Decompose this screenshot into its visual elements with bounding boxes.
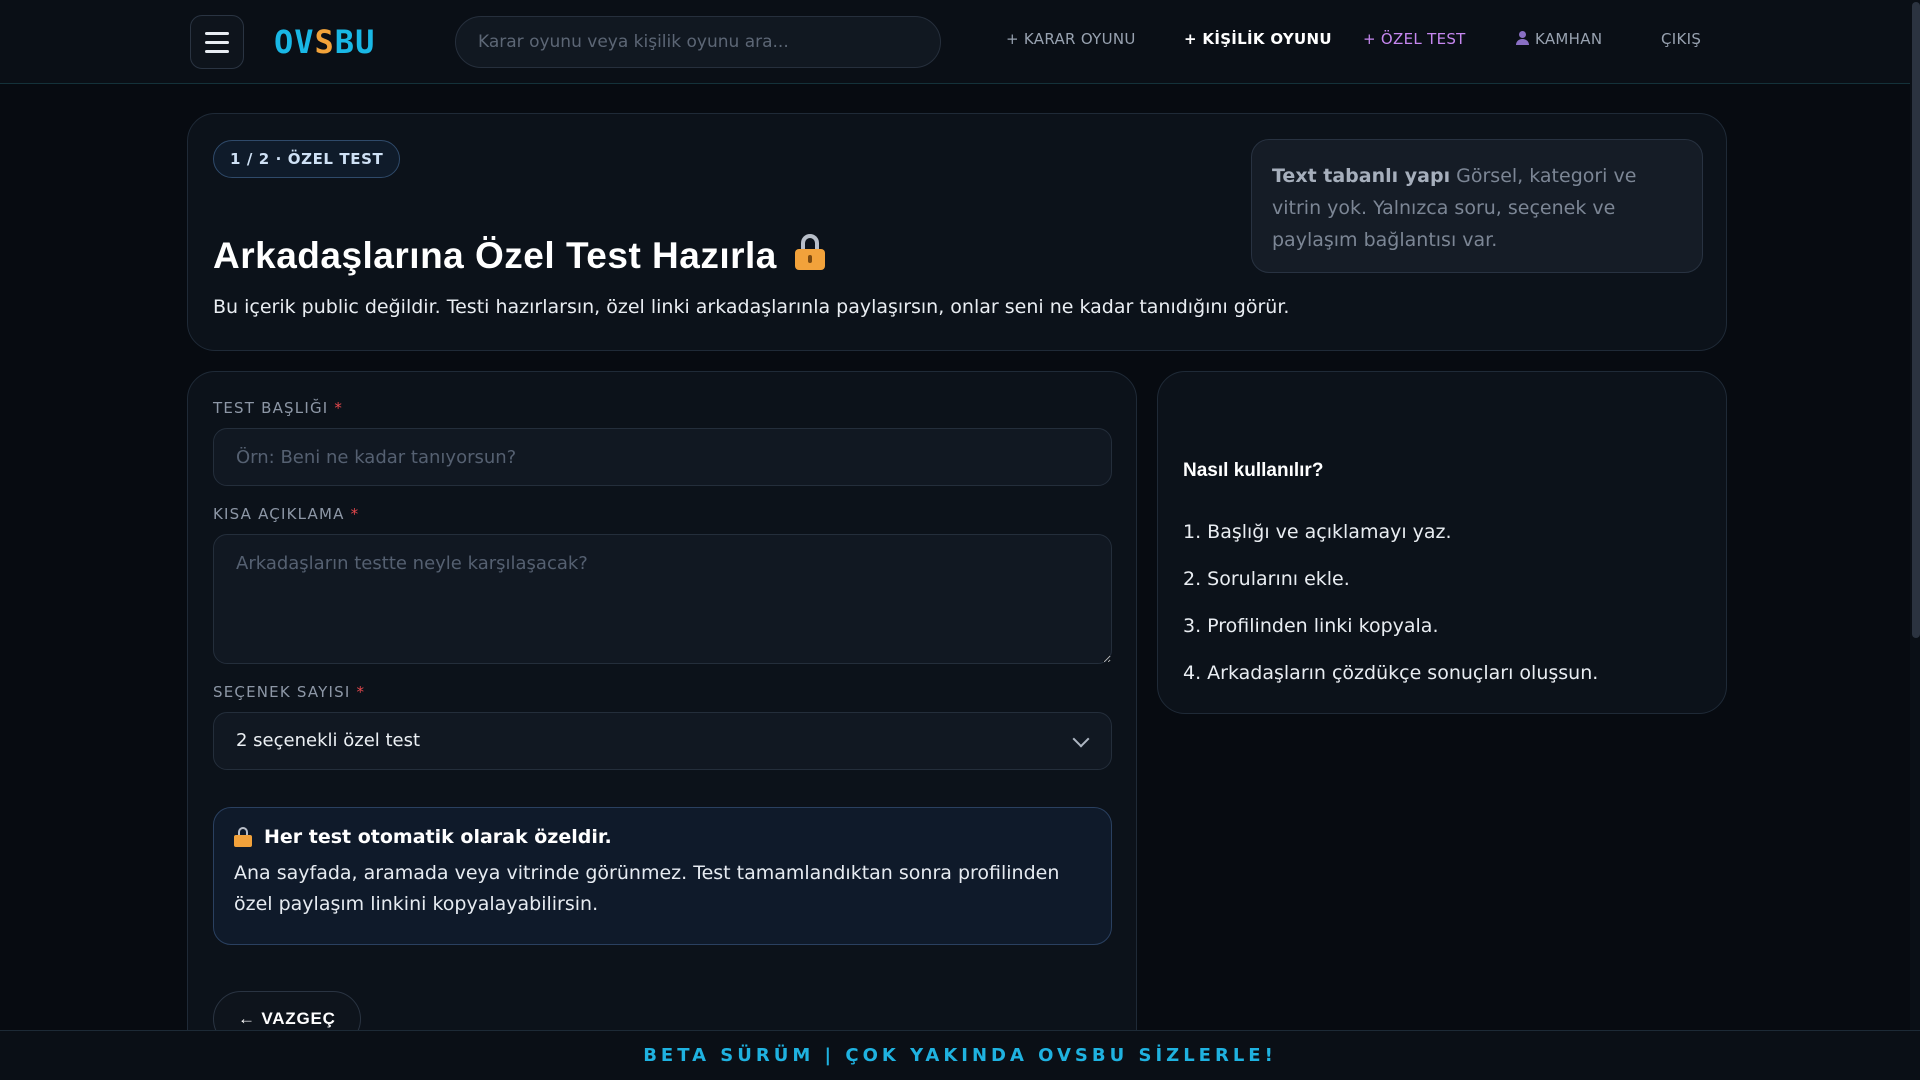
how-to-use-card: Nasıl kullanılır? 1. Başlığı ve açıklama… — [1157, 371, 1727, 714]
site-logo[interactable]: OVSBU — [274, 22, 375, 62]
private-notice: Her test otomatik olarak özeldir. Ana sa… — [213, 807, 1112, 945]
test-title-label: TEST BAŞLIĞI * — [213, 399, 344, 417]
nav-new-karar-game[interactable]: + KARAR OYUNU — [1006, 30, 1136, 48]
page-subtitle: Bu içerik public değildir. Testi hazırla… — [213, 296, 1290, 318]
info-box-bold: Text tabanlı yapı — [1272, 165, 1451, 187]
top-navbar: OVSBU + KARAR OYUNU + KİŞİLİK OYUNU + ÖZ… — [0, 0, 1920, 84]
list-item: 3. Profilinden linki kopyala. — [1183, 615, 1439, 637]
logo-text-left: OV — [274, 23, 315, 61]
hamburger-menu-button[interactable] — [190, 15, 244, 69]
logo-text-s: S — [314, 23, 335, 61]
option-count-select[interactable]: 2 seçenekli özel test — [213, 712, 1112, 770]
required-mark: * — [350, 505, 360, 523]
how-to-use-steps: 1. Başlığı ve açıklamayı yaz. 2. Sorular… — [1183, 517, 1598, 705]
private-notice-title: Her test otomatik olarak özeldir. — [234, 826, 1091, 848]
test-form-card: TEST BAŞLIĞI * KISA AÇIKLAMA * SEÇENEK S… — [187, 371, 1137, 1080]
list-item: 2. Sorularını ekle. — [1183, 568, 1350, 590]
menu-line-icon — [205, 49, 229, 53]
list-item: 4. Arkadaşların çözdükçe sonuçları oluşs… — [1183, 662, 1599, 684]
info-box: Text tabanlı yapı Görsel, kategori ve vi… — [1251, 139, 1703, 273]
how-to-use-title: Nasıl kullanılır? — [1183, 460, 1324, 481]
lock-icon — [794, 234, 825, 270]
hero-card: 1 / 2 · ÖZEL TEST Arkadaşlarına Özel Tes… — [187, 113, 1727, 351]
menu-line-icon — [205, 31, 229, 35]
nav-user-profile[interactable]: KAMHAN — [1516, 30, 1602, 48]
lock-icon — [234, 827, 252, 847]
step-badge: 1 / 2 · ÖZEL TEST — [213, 140, 401, 178]
beta-banner: BETA SÜRÜM | ÇOK YAKINDA OVSBU SİZLERLE! — [0, 1030, 1920, 1080]
short-description-label: KISA AÇIKLAMA * — [213, 505, 360, 523]
page-scrollbar-thumb[interactable] — [1912, 2, 1920, 638]
private-notice-text: Ana sayfada, aramada veya vitrinde görün… — [234, 862, 1060, 915]
nav-new-ozel-test[interactable]: + ÖZEL TEST — [1363, 30, 1466, 48]
page-title: Arkadaşlarına Özel Test Hazırla — [213, 234, 825, 277]
option-count-value: 2 seçenekli özel test — [236, 730, 421, 751]
test-title-input[interactable] — [213, 428, 1112, 486]
required-mark: * — [356, 683, 366, 701]
short-description-textarea[interactable] — [213, 534, 1112, 664]
search-input[interactable] — [455, 16, 941, 68]
logo-text-right: BU — [334, 23, 376, 61]
chevron-down-icon — [1072, 730, 1090, 748]
option-count-label: SEÇENEK SAYISI * — [213, 683, 366, 701]
required-mark: * — [334, 399, 344, 417]
nav-logout[interactable]: ÇIKIŞ — [1661, 30, 1701, 48]
nav-new-kisilik-game[interactable]: + KİŞİLİK OYUNU — [1184, 30, 1332, 48]
user-icon — [1516, 31, 1529, 45]
list-item: 1. Başlığı ve açıklamayı yaz. — [1183, 521, 1452, 543]
page-title-text: Arkadaşlarına Özel Test Hazırla — [213, 235, 777, 276]
menu-line-icon — [205, 40, 229, 44]
user-name: KAMHAN — [1535, 30, 1603, 48]
